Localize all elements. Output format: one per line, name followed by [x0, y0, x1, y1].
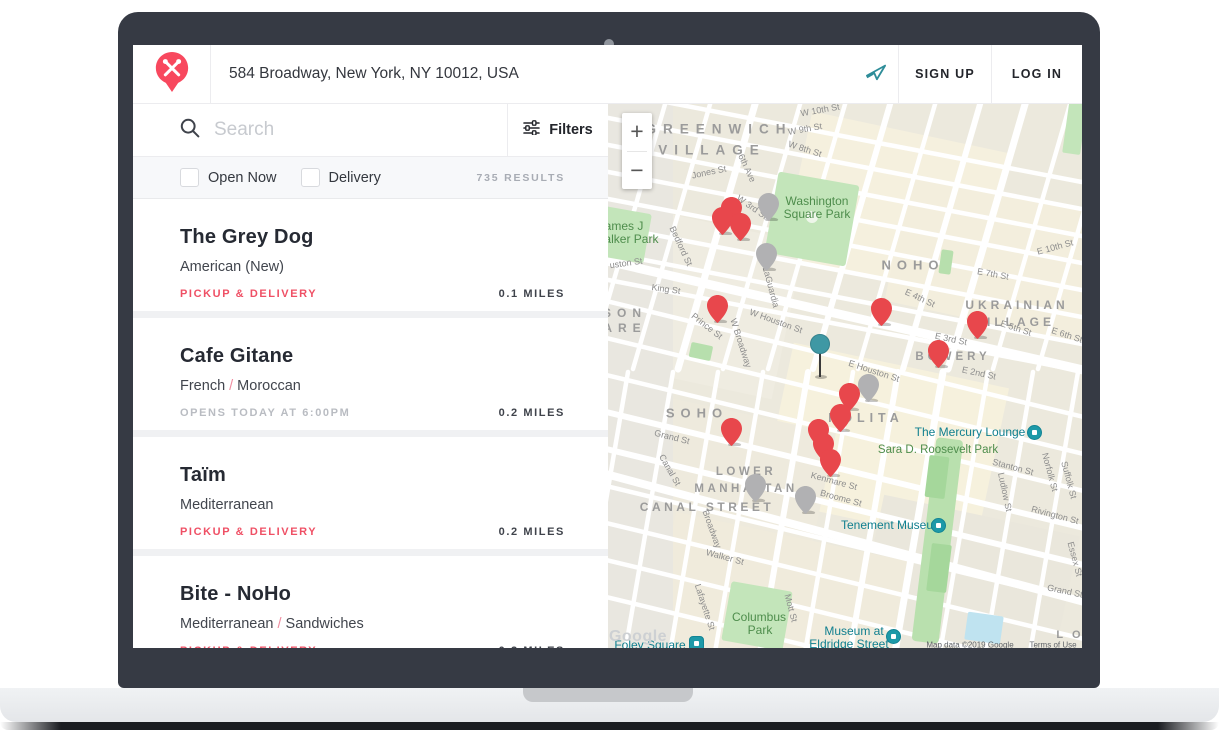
map-pin-red[interactable]	[967, 311, 988, 344]
laptop-base-edge	[0, 722, 1219, 730]
map-pin-gray[interactable]	[745, 474, 766, 507]
app-logo[interactable]	[133, 45, 211, 103]
restaurant-name: Cafe Gitane	[180, 344, 565, 368]
checkbox-label: Open Now	[208, 170, 277, 186]
map-pin-red[interactable]	[928, 340, 949, 373]
laptop-bezel: 584 Broadway, New York, NY 10012, USA SI…	[118, 12, 1100, 688]
restaurant-cuisine: American (New)	[180, 258, 565, 276]
marker-dot	[810, 334, 830, 354]
filters-button[interactable]: Filters	[508, 104, 608, 156]
restaurant-item[interactable]: The Grey Dog American (New) PICKUP & DELIV…	[133, 199, 608, 311]
app-window: 584 Broadway, New York, NY 10012, USA SI…	[133, 45, 1082, 648]
restaurant-distance: 0.2 MILES	[499, 645, 565, 648]
results-count: 735 RESULTS	[477, 172, 565, 184]
search-input[interactable]	[212, 118, 436, 142]
restaurant-distance: 0.2 MILES	[499, 407, 565, 419]
laptop-notch	[523, 688, 693, 702]
list-separator	[133, 430, 608, 437]
results-sidebar: Filters Open Now Delivery 735 RESULTS The…	[133, 104, 608, 648]
restaurant-list: The Grey Dog American (New) PICKUP & DELIV…	[133, 199, 608, 648]
restaurant-item[interactable]: Taïm Mediterranean PICKUP & DELIVERY 0.2 MI…	[133, 437, 608, 549]
restaurant-cuisine: French/Moroccan	[180, 377, 565, 395]
list-separator	[133, 311, 608, 318]
filters-label: Filters	[549, 122, 593, 138]
address-field[interactable]: 584 Broadway, New York, NY 10012, USA	[211, 45, 854, 103]
search-box[interactable]	[133, 104, 508, 156]
zoom-in-button[interactable]: +	[622, 113, 652, 151]
restaurant-item[interactable]: Bite - NoHo Mediterranean/Sandwiches PICKU…	[133, 556, 608, 648]
app-header: 584 Broadway, New York, NY 10012, USA SI…	[133, 45, 1082, 104]
map-pin-gray[interactable]	[858, 374, 879, 407]
map-pin-red[interactable]	[721, 418, 742, 451]
checkbox-open-now[interactable]: Open Now	[180, 168, 277, 187]
checkbox-label: Delivery	[329, 170, 381, 186]
restaurant-status: PICKUP & DELIVERY	[180, 526, 317, 538]
list-separator	[133, 549, 608, 556]
restaurant-cuisine: Mediterranean	[180, 496, 565, 514]
map-pin-red[interactable]	[871, 298, 892, 331]
sign-up-button[interactable]: SIGN UP	[898, 45, 991, 103]
restaurant-cuisine: Mediterranean/Sandwiches	[180, 615, 565, 633]
checkbox-box[interactable]	[301, 168, 320, 187]
zoom-out-button[interactable]: −	[622, 152, 652, 190]
search-row: Filters	[133, 104, 608, 157]
checkbox-delivery[interactable]: Delivery	[301, 168, 381, 187]
log-in-button[interactable]: LOG IN	[991, 45, 1082, 103]
search-icon	[180, 118, 200, 143]
restaurant-distance: 0.1 MILES	[499, 288, 565, 300]
restaurant-name: The Grey Dog	[180, 225, 565, 249]
map-pin-gray[interactable]	[758, 193, 779, 226]
restaurant-name: Bite - NoHo	[180, 582, 565, 606]
map-pin-red[interactable]	[820, 449, 841, 482]
restaurant-distance: 0.2 MILES	[499, 526, 565, 538]
restaurant-status: OPENS TODAY AT 6:00PM	[180, 407, 350, 419]
marker-shadow	[815, 375, 827, 379]
map-zoom-control: + −	[622, 113, 652, 189]
map-pin-gray[interactable]	[795, 486, 816, 519]
crossed-utensils-pin-icon	[153, 50, 191, 99]
sliders-icon	[523, 120, 540, 140]
filter-row: Open Now Delivery 735 RESULTS	[133, 157, 608, 199]
map-canvas[interactable]: GREENWICHVILLAGENOHOUKRAINIANVILLAGEBOWE…	[608, 104, 1082, 648]
restaurant-status: PICKUP & DELIVERY	[180, 645, 317, 648]
location-arrow-icon	[865, 62, 887, 87]
location-arrow-button[interactable]	[854, 45, 898, 103]
restaurant-status: PICKUP & DELIVERY	[180, 288, 317, 300]
map-pin-red[interactable]	[730, 213, 751, 246]
map-pins-layer	[608, 104, 1082, 648]
checkbox-box[interactable]	[180, 168, 199, 187]
restaurant-name: Taïm	[180, 463, 565, 487]
marker-stick	[819, 353, 821, 377]
map-pin-gray[interactable]	[756, 243, 777, 276]
laptop-base	[0, 688, 1219, 722]
restaurant-item[interactable]: Cafe Gitane French/Moroccan OPENS TODAY AT…	[133, 318, 608, 430]
map-pin-red[interactable]	[707, 295, 728, 328]
page: 584 Broadway, New York, NY 10012, USA SI…	[0, 0, 1219, 733]
